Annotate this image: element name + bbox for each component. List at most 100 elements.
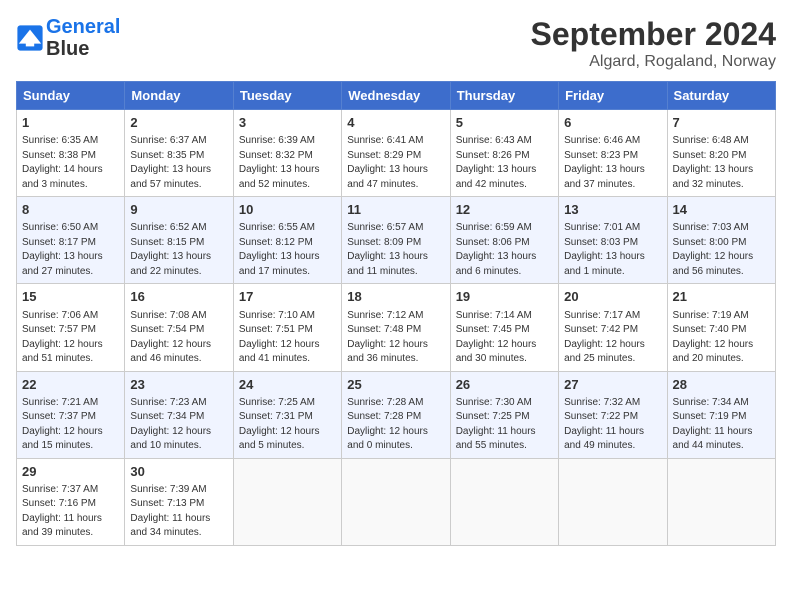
- calendar-cell: 16 Sunrise: 7:08 AM Sunset: 7:54 PM Dayli…: [125, 284, 233, 371]
- calendar-cell: [667, 458, 775, 545]
- calendar-cell: 26 Sunrise: 7:30 AM Sunset: 7:25 PM Dayli…: [450, 371, 558, 458]
- calendar-cell: 19 Sunrise: 7:14 AM Sunset: 7:45 PM Dayli…: [450, 284, 558, 371]
- calendar-cell: 24Sunrise: 7:25 AM Sunset: 7:31 PM Dayli…: [233, 371, 341, 458]
- calendar-week-row: 1 Sunrise: 6:35 AM Sunset: 8:38 PM Daylig…: [17, 110, 776, 197]
- day-number: 23: [130, 376, 227, 394]
- day-detail: Sunrise: 7:01 AM Sunset: 8:03 PM Dayligh…: [564, 221, 661, 279]
- day-number: 14: [673, 201, 770, 219]
- day-detail: Sunrise: 6:35 AM Sunset: 8:38 PM Dayligh…: [22, 134, 119, 192]
- day-number: 15: [22, 288, 119, 306]
- calendar-cell: 2 Sunrise: 6:37 AM Sunset: 8:35 PM Daylig…: [125, 110, 233, 197]
- day-number: 30: [130, 463, 227, 481]
- weekday-header: Thursday: [450, 82, 558, 110]
- day-detail: Sunrise: 6:55 AM Sunset: 8:12 PM Dayligh…: [239, 221, 336, 279]
- day-detail: Sunrise: 7:14 AM Sunset: 7:45 PM Dayligh…: [456, 309, 553, 367]
- day-detail: Sunrise: 7:12 AM Sunset: 7:48 PM Dayligh…: [347, 309, 444, 367]
- weekday-header: Sunday: [17, 82, 125, 110]
- calendar-cell: 22 Sunrise: 7:21 AM Sunset: 7:37 PM Dayli…: [17, 371, 125, 458]
- day-number: 22: [22, 376, 119, 394]
- weekday-header: Wednesday: [342, 82, 450, 110]
- location-title: Algard, Rogaland, Norway: [531, 53, 776, 71]
- calendar-cell: 7 Sunrise: 6:48 AM Sunset: 8:20 PM Daylig…: [667, 110, 775, 197]
- day-number: 25: [347, 376, 444, 394]
- day-number: 6: [564, 114, 661, 132]
- day-number: 4: [347, 114, 444, 132]
- day-detail: Sunrise: 6:59 AM Sunset: 8:06 PM Dayligh…: [456, 221, 553, 279]
- calendar-cell: 12 Sunrise: 6:59 AM Sunset: 8:06 PM Dayli…: [450, 197, 558, 284]
- day-number: 2: [130, 114, 227, 132]
- day-detail: Sunrise: 7:34 AM Sunset: 7:19 PM Dayligh…: [673, 396, 770, 454]
- day-number: 29: [22, 463, 119, 481]
- day-detail: Sunrise: 7:08 AM Sunset: 7:54 PM Dayligh…: [130, 309, 227, 367]
- day-number: 19: [456, 288, 553, 306]
- day-detail: Sunrise: 7:30 AM Sunset: 7:25 PM Dayligh…: [456, 396, 553, 454]
- page-header: General Blue September 2024 Algard, Roga…: [16, 16, 776, 71]
- day-number: 9: [130, 201, 227, 219]
- logo-text: General Blue: [46, 16, 120, 60]
- logo: General Blue: [16, 16, 120, 60]
- calendar-cell: 13 Sunrise: 7:01 AM Sunset: 8:03 PM Dayli…: [559, 197, 667, 284]
- weekday-header: Monday: [125, 82, 233, 110]
- day-number: 1: [22, 114, 119, 132]
- calendar-cell: 20 Sunrise: 7:17 AM Sunset: 7:42 PM Dayli…: [559, 284, 667, 371]
- calendar-week-row: 29 Sunrise: 7:37 AM Sunset: 7:16 PM Dayli…: [17, 458, 776, 545]
- day-number: 7: [673, 114, 770, 132]
- calendar-cell: 10 Sunrise: 6:55 AM Sunset: 8:12 PM Dayli…: [233, 197, 341, 284]
- day-detail: Sunrise: 7:03 AM Sunset: 8:00 PM Dayligh…: [673, 221, 770, 279]
- calendar-cell: 8Sunrise: 6:50 AM Sunset: 8:17 PM Daylig…: [17, 197, 125, 284]
- day-number: 5: [456, 114, 553, 132]
- month-title: September 2024: [531, 16, 776, 53]
- day-detail: Sunrise: 7:10 AM Sunset: 7:51 PM Dayligh…: [239, 309, 336, 367]
- day-detail: Sunrise: 7:28 AM Sunset: 7:28 PM Dayligh…: [347, 396, 444, 454]
- calendar-week-row: 15 Sunrise: 7:06 AM Sunset: 7:57 PM Dayli…: [17, 284, 776, 371]
- calendar-cell: 5 Sunrise: 6:43 AM Sunset: 8:26 PM Daylig…: [450, 110, 558, 197]
- day-detail: Sunrise: 6:41 AM Sunset: 8:29 PM Dayligh…: [347, 134, 444, 192]
- calendar-cell: 11 Sunrise: 6:57 AM Sunset: 8:09 PM Dayli…: [342, 197, 450, 284]
- day-detail: Sunrise: 7:17 AM Sunset: 7:42 PM Dayligh…: [564, 309, 661, 367]
- day-detail: Sunrise: 7:37 AM Sunset: 7:16 PM Dayligh…: [22, 483, 119, 541]
- day-number: 12: [456, 201, 553, 219]
- day-number: 10: [239, 201, 336, 219]
- calendar-cell: 1 Sunrise: 6:35 AM Sunset: 8:38 PM Daylig…: [17, 110, 125, 197]
- calendar-cell: 28Sunrise: 7:34 AM Sunset: 7:19 PM Dayli…: [667, 371, 775, 458]
- calendar-cell: 6 Sunrise: 6:46 AM Sunset: 8:23 PM Daylig…: [559, 110, 667, 197]
- title-area: September 2024 Algard, Rogaland, Norway: [531, 16, 776, 71]
- calendar-week-row: 22 Sunrise: 7:21 AM Sunset: 7:37 PM Dayli…: [17, 371, 776, 458]
- calendar-cell: 21 Sunrise: 7:19 AM Sunset: 7:40 PM Dayli…: [667, 284, 775, 371]
- day-detail: Sunrise: 7:39 AM Sunset: 7:13 PM Dayligh…: [130, 483, 227, 541]
- day-detail: Sunrise: 6:46 AM Sunset: 8:23 PM Dayligh…: [564, 134, 661, 192]
- day-detail: Sunrise: 6:48 AM Sunset: 8:20 PM Dayligh…: [673, 134, 770, 192]
- day-detail: Sunrise: 7:23 AM Sunset: 7:34 PM Dayligh…: [130, 396, 227, 454]
- day-number: 17: [239, 288, 336, 306]
- day-detail: Sunrise: 7:21 AM Sunset: 7:37 PM Dayligh…: [22, 396, 119, 454]
- day-detail: Sunrise: 6:37 AM Sunset: 8:35 PM Dayligh…: [130, 134, 227, 192]
- calendar-cell: 3Sunrise: 6:39 AM Sunset: 8:32 PM Daylig…: [233, 110, 341, 197]
- day-detail: Sunrise: 7:06 AM Sunset: 7:57 PM Dayligh…: [22, 309, 119, 367]
- day-detail: Sunrise: 6:57 AM Sunset: 8:09 PM Dayligh…: [347, 221, 444, 279]
- day-number: 13: [564, 201, 661, 219]
- calendar-cell: 27Sunrise: 7:32 AM Sunset: 7:22 PM Dayli…: [559, 371, 667, 458]
- calendar-cell: 9 Sunrise: 6:52 AM Sunset: 8:15 PM Daylig…: [125, 197, 233, 284]
- calendar-cell: 30 Sunrise: 7:39 AM Sunset: 7:13 PM Dayli…: [125, 458, 233, 545]
- day-number: 11: [347, 201, 444, 219]
- day-detail: Sunrise: 7:32 AM Sunset: 7:22 PM Dayligh…: [564, 396, 661, 454]
- day-number: 24: [239, 376, 336, 394]
- calendar-cell: 23 Sunrise: 7:23 AM Sunset: 7:34 PM Dayli…: [125, 371, 233, 458]
- day-detail: Sunrise: 6:52 AM Sunset: 8:15 PM Dayligh…: [130, 221, 227, 279]
- calendar-cell: [450, 458, 558, 545]
- day-detail: Sunrise: 7:19 AM Sunset: 7:40 PM Dayligh…: [673, 309, 770, 367]
- day-number: 16: [130, 288, 227, 306]
- weekday-header: Tuesday: [233, 82, 341, 110]
- day-number: 20: [564, 288, 661, 306]
- day-number: 21: [673, 288, 770, 306]
- day-number: 3: [239, 114, 336, 132]
- day-number: 26: [456, 376, 553, 394]
- calendar-week-row: 8Sunrise: 6:50 AM Sunset: 8:17 PM Daylig…: [17, 197, 776, 284]
- day-detail: Sunrise: 6:43 AM Sunset: 8:26 PM Dayligh…: [456, 134, 553, 192]
- weekday-header: Friday: [559, 82, 667, 110]
- calendar-cell: [559, 458, 667, 545]
- logo-icon: [16, 24, 44, 52]
- calendar-header: SundayMondayTuesdayWednesdayThursdayFrid…: [17, 82, 776, 110]
- calendar-cell: 18Sunrise: 7:12 AM Sunset: 7:48 PM Dayli…: [342, 284, 450, 371]
- calendar-cell: 4 Sunrise: 6:41 AM Sunset: 8:29 PM Daylig…: [342, 110, 450, 197]
